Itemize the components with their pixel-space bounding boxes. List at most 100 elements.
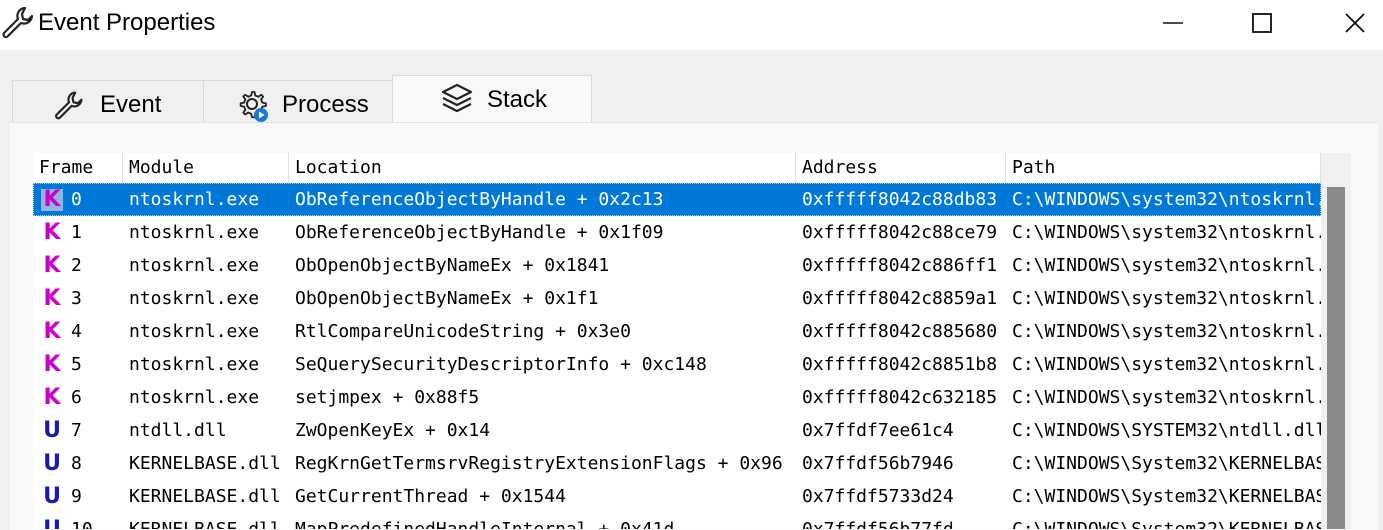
- module-cell: ntoskrnl.exe: [129, 255, 260, 276]
- address-cell: 0xfffff8042c8851b8: [802, 354, 998, 375]
- user-mode-icon: U: [43, 418, 61, 443]
- table-row[interactable]: K 1 ntoskrnl.exe ObReferenceObjectByHandle …: [33, 216, 1321, 249]
- frame-cell: U9: [33, 480, 123, 513]
- location-cell: RtlCompareUnicodeString + 0x3e0: [295, 321, 631, 342]
- wrench-icon: [53, 89, 85, 121]
- address-cell: 0xfffff8042c632185: [802, 387, 998, 408]
- path-cell: C:\WINDOWS\system32\ntoskrnl.exe: [1012, 189, 1321, 210]
- address-cell: 0x7ffdf7ee61c4: [802, 420, 954, 441]
- frame-cell: U 10: [33, 513, 123, 530]
- path-cell: C:\WINDOWS\system32\ntoskrnl.exe: [1012, 288, 1321, 309]
- module-cell: ntoskrnl.exe: [129, 222, 260, 243]
- frame-number: 5: [71, 354, 82, 375]
- kernel-mode-icon: K: [43, 220, 61, 245]
- tab-event[interactable]: Event: [12, 80, 204, 127]
- frame-number: 0: [71, 189, 82, 210]
- frame-cell: K2: [33, 249, 123, 282]
- path-cell: C:\WINDOWS\system32\ntoskrnl.exe: [1012, 321, 1321, 342]
- frame-cell: K0: [33, 183, 123, 216]
- close-button[interactable]: [1332, 4, 1378, 42]
- user-mode-icon: U: [41, 519, 63, 530]
- module-cell: ntoskrnl.exe: [129, 288, 260, 309]
- column-header-path[interactable]: Path: [1006, 153, 1321, 183]
- maximize-button[interactable]: [1239, 4, 1285, 42]
- module-cell: KERNELBASE.dll: [129, 453, 281, 474]
- kernel-mode-icon: K: [43, 286, 61, 311]
- layers-icon: [441, 82, 473, 114]
- tab-event-label: Event: [100, 91, 162, 118]
- module-cell: ntoskrnl.exe: [129, 387, 260, 408]
- path-cell: C:\WINDOWS\system32\ntoskrnl.exe: [1012, 222, 1321, 243]
- module-cell: ntoskrnl.exe: [129, 354, 260, 375]
- minimize-button[interactable]: [1150, 4, 1196, 42]
- kernel-mode-icon: K: [43, 385, 61, 410]
- location-cell: setjmpex + 0x88f5: [295, 387, 480, 408]
- table-row[interactable]: U 10 KERNELBASE.dllMapPredefinedHandleInte…: [33, 513, 1321, 530]
- location-cell: ObOpenObjectByNameEx + 0x1f1: [295, 288, 599, 309]
- location-cell: MapPredefinedHandleInternal + 0x41d: [289, 513, 796, 529]
- frame-number: 8: [71, 453, 82, 474]
- frame-number: 9: [71, 486, 82, 507]
- module-cell: KERNELBASE.dll: [123, 513, 289, 529]
- address-cell: 0xfffff8042c886ff1: [802, 255, 998, 276]
- path-cell: C:\WINDOWS\system32\ntoskrnl.exe: [1012, 354, 1321, 375]
- tab-stack[interactable]: Stack: [392, 75, 592, 126]
- location-cell: GetCurrentThread + 0x1544: [295, 486, 566, 507]
- column-header-address[interactable]: Address: [796, 153, 1006, 183]
- user-mode-icon: U: [43, 451, 61, 476]
- frame-number: 3: [71, 288, 82, 309]
- frame-number: 1: [71, 222, 82, 243]
- location-cell: ObReferenceObjectByHandle + 0x2c13: [295, 189, 664, 210]
- gear-play-icon: [237, 89, 269, 122]
- kernel-mode-icon: K: [43, 352, 61, 377]
- column-header-module[interactable]: Module: [123, 153, 289, 183]
- address-cell: 0x7ffdf56b77fd: [796, 513, 1006, 529]
- table-row[interactable]: K 3 ntoskrnl.exe ObOpenObjectByNameEx + 0x1…: [33, 282, 1321, 315]
- module-cell: ntdll.dll: [129, 420, 227, 441]
- module-cell: ntoskrnl.exe: [129, 321, 260, 342]
- frame-cell: U7: [33, 414, 123, 447]
- path-cell: C:\WINDOWS\System32\KERNELBASE.dll: [1006, 513, 1321, 529]
- frame-cell: K4: [33, 315, 123, 348]
- table-row[interactable]: K 6 ntoskrnl.exe setjmpex + 0x88f5 0xfffff80…: [33, 381, 1321, 414]
- tab-process-label: Process: [282, 91, 369, 118]
- table-row[interactable]: K 2 ntoskrnl.exe ObOpenObjectByNameEx + 0x1…: [33, 249, 1321, 282]
- user-mode-icon: U: [43, 484, 61, 509]
- tab-process[interactable]: Process: [203, 80, 394, 127]
- address-cell: 0xfffff8042c88ce79: [802, 222, 998, 243]
- module-cell: KERNELBASE.dll: [129, 486, 281, 507]
- address-cell: 0xfffff8042c88db83: [802, 189, 998, 210]
- location-cell: ObReferenceObjectByHandle + 0x1f09: [295, 222, 664, 243]
- grid-header: Frame Module Location Address Path: [33, 153, 1321, 183]
- frame-number: 6: [71, 387, 82, 408]
- frame-number: 7: [71, 420, 82, 441]
- kernel-mode-icon: K: [43, 319, 61, 344]
- table-row[interactable]: U 7 ntdll.dll ZwOpenKeyEx + 0x14 0x7ffdf7ee6…: [33, 414, 1321, 447]
- path-cell: C:\WINDOWS\system32\ntoskrnl.exe: [1012, 387, 1321, 408]
- table-row[interactable]: K 5 ntoskrnl.exe SeQuerySecurityDescriptorI…: [33, 348, 1321, 381]
- address-cell: 0xfffff8042c8859a1: [802, 288, 998, 309]
- frame-cell: K6: [33, 381, 123, 414]
- frame-cell: U8: [33, 447, 123, 480]
- table-row[interactable]: K 4 ntoskrnl.exe RtlCompareUnicodeString + …: [33, 315, 1321, 348]
- address-cell: 0x7ffdf5733d24: [802, 486, 954, 507]
- stack-grid[interactable]: Frame Module Location Address Path K 0 nto…: [33, 153, 1321, 529]
- path-cell: C:\WINDOWS\system32\ntoskrnl.exe: [1012, 255, 1321, 276]
- kernel-mode-icon: K: [41, 189, 63, 211]
- table-row[interactable]: U 9 KERNELBASE.dll GetCurrentThread + 0x154…: [33, 480, 1321, 513]
- wrench-icon: [0, 4, 36, 40]
- title-bar: Event Properties: [0, 0, 1383, 50]
- location-cell: ObOpenObjectByNameEx + 0x1841: [295, 255, 610, 276]
- path-cell: C:\WINDOWS\System32\KERNELBASE.dll: [1012, 453, 1321, 474]
- frame-number: 2: [71, 255, 82, 276]
- table-row[interactable]: K 0 ntoskrnl.exe ObReferenceObjectByHandle …: [33, 183, 1321, 216]
- frame-cell: K3: [33, 282, 123, 315]
- column-header-location[interactable]: Location: [289, 153, 796, 183]
- scrollbar-thumb[interactable]: [1327, 187, 1345, 529]
- location-cell: SeQuerySecurityDescriptorInfo + 0xc148: [295, 354, 707, 375]
- table-row[interactable]: U 8 KERNELBASE.dll RegKrnGetTermsrvRegistry…: [33, 447, 1321, 480]
- location-cell: ZwOpenKeyEx + 0x14: [295, 420, 491, 441]
- frame-cell: K1: [33, 216, 123, 249]
- column-header-frame[interactable]: Frame: [33, 153, 123, 183]
- frame-cell: K5: [33, 348, 123, 381]
